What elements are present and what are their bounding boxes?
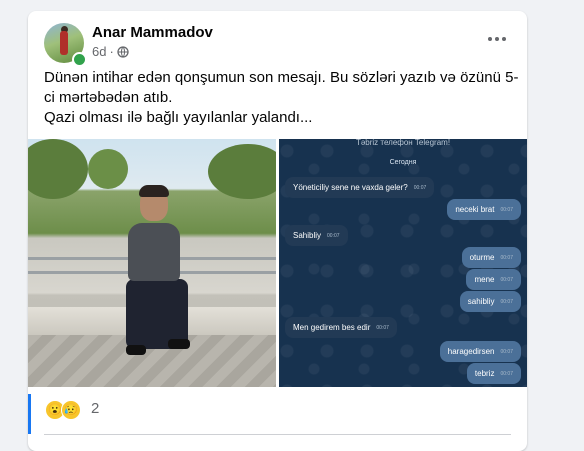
photo-man-shoe xyxy=(168,339,190,349)
globe-icon[interactable] xyxy=(117,45,129,58)
more-dot-icon xyxy=(502,37,506,41)
post-photo-chat-screenshot[interactable]: Təbriz телефон Telegram! Сегодня Yönetic… xyxy=(279,139,527,387)
chat-message-time: 00:07 xyxy=(500,206,513,213)
more-options-button[interactable] xyxy=(483,29,511,49)
post-text: Dünən intihar edən qonşumun son mesajı. … xyxy=(44,68,519,128)
avatar-figure-body xyxy=(60,31,68,55)
chat-message: sahibliy 00:07 xyxy=(459,291,521,312)
author-name[interactable]: Anar Mammadov xyxy=(92,24,213,41)
chat-message-text: haragedirsen xyxy=(447,347,495,356)
chat-message: neceki brat 00:07 xyxy=(447,199,521,220)
chat-message-text: Yöneticiliy sene ne vaxda geler? xyxy=(293,183,408,192)
chat-message: haragedirsen 00:07 xyxy=(439,341,521,362)
reactions-bar[interactable]: 😮 😥 2 xyxy=(28,394,527,434)
chat-message-time: 00:07 xyxy=(327,232,340,239)
chat-message-time: 00:07 xyxy=(376,324,389,331)
chat-message: Sahibliy 00:07 xyxy=(285,225,348,246)
chat-message-text: mene xyxy=(474,275,495,284)
post-text-line: ci mərtəbədən atıb. xyxy=(44,89,173,106)
reaction-count[interactable]: 2 xyxy=(91,400,99,417)
photo-tree xyxy=(208,144,276,199)
chat-message-text: tebriz xyxy=(474,369,495,378)
post-meta: 6d · xyxy=(92,44,129,59)
post-text-line: Qazi olması ilə bağlı yayılanlar yalandı… xyxy=(44,109,313,126)
post-time[interactable]: 6d xyxy=(92,44,106,59)
chat-message-text: oturme xyxy=(469,253,495,262)
online-status-icon xyxy=(72,52,87,67)
chat-message: tebriz 00:07 xyxy=(466,363,521,384)
chat-message-time: 00:07 xyxy=(500,254,513,261)
chat-message-time: 00:07 xyxy=(413,184,427,191)
photo-tree xyxy=(28,139,88,199)
photo-tree xyxy=(88,149,128,189)
chat-message: Men gedirem bes edir 00:07 xyxy=(285,317,397,338)
post-text-line: Dünən intihar edən qonşumun son mesajı. … xyxy=(44,69,519,86)
chat-message: mene 00:07 xyxy=(466,269,521,290)
photo-man-shoe xyxy=(126,345,146,355)
chat-message-time: 00:07 xyxy=(500,298,513,305)
chat-header: Təbriz телефон Telegram! xyxy=(355,139,451,147)
more-dot-icon xyxy=(488,37,492,41)
more-dot-icon xyxy=(495,37,499,41)
chat-message-text: Sahibliy xyxy=(293,231,322,240)
sad-emoji-icon[interactable]: 😥 xyxy=(61,400,81,420)
chat-message-text: neceki brat xyxy=(455,205,495,214)
chat-message-time: 00:07 xyxy=(500,348,513,355)
chat-message-text: Men gedirem bes edir xyxy=(293,323,371,332)
photo-man-hair xyxy=(139,185,169,197)
chat-message-time: 00:07 xyxy=(500,370,513,377)
chat-message-time: 00:07 xyxy=(500,276,513,283)
chat-message: Yöneticiliy sene ne vaxda geler? 00:07 xyxy=(285,177,435,198)
chat-message-text: sahibliy xyxy=(467,297,495,306)
post-photo-man[interactable] xyxy=(28,139,276,387)
chat-message: oturme 00:07 xyxy=(461,247,521,268)
chat-date: Сегодня xyxy=(389,159,417,166)
divider xyxy=(44,434,511,435)
photo-man-body xyxy=(128,223,180,281)
post-card: Anar Mammadov 6d · Dünən intihar edən qo… xyxy=(28,11,527,451)
